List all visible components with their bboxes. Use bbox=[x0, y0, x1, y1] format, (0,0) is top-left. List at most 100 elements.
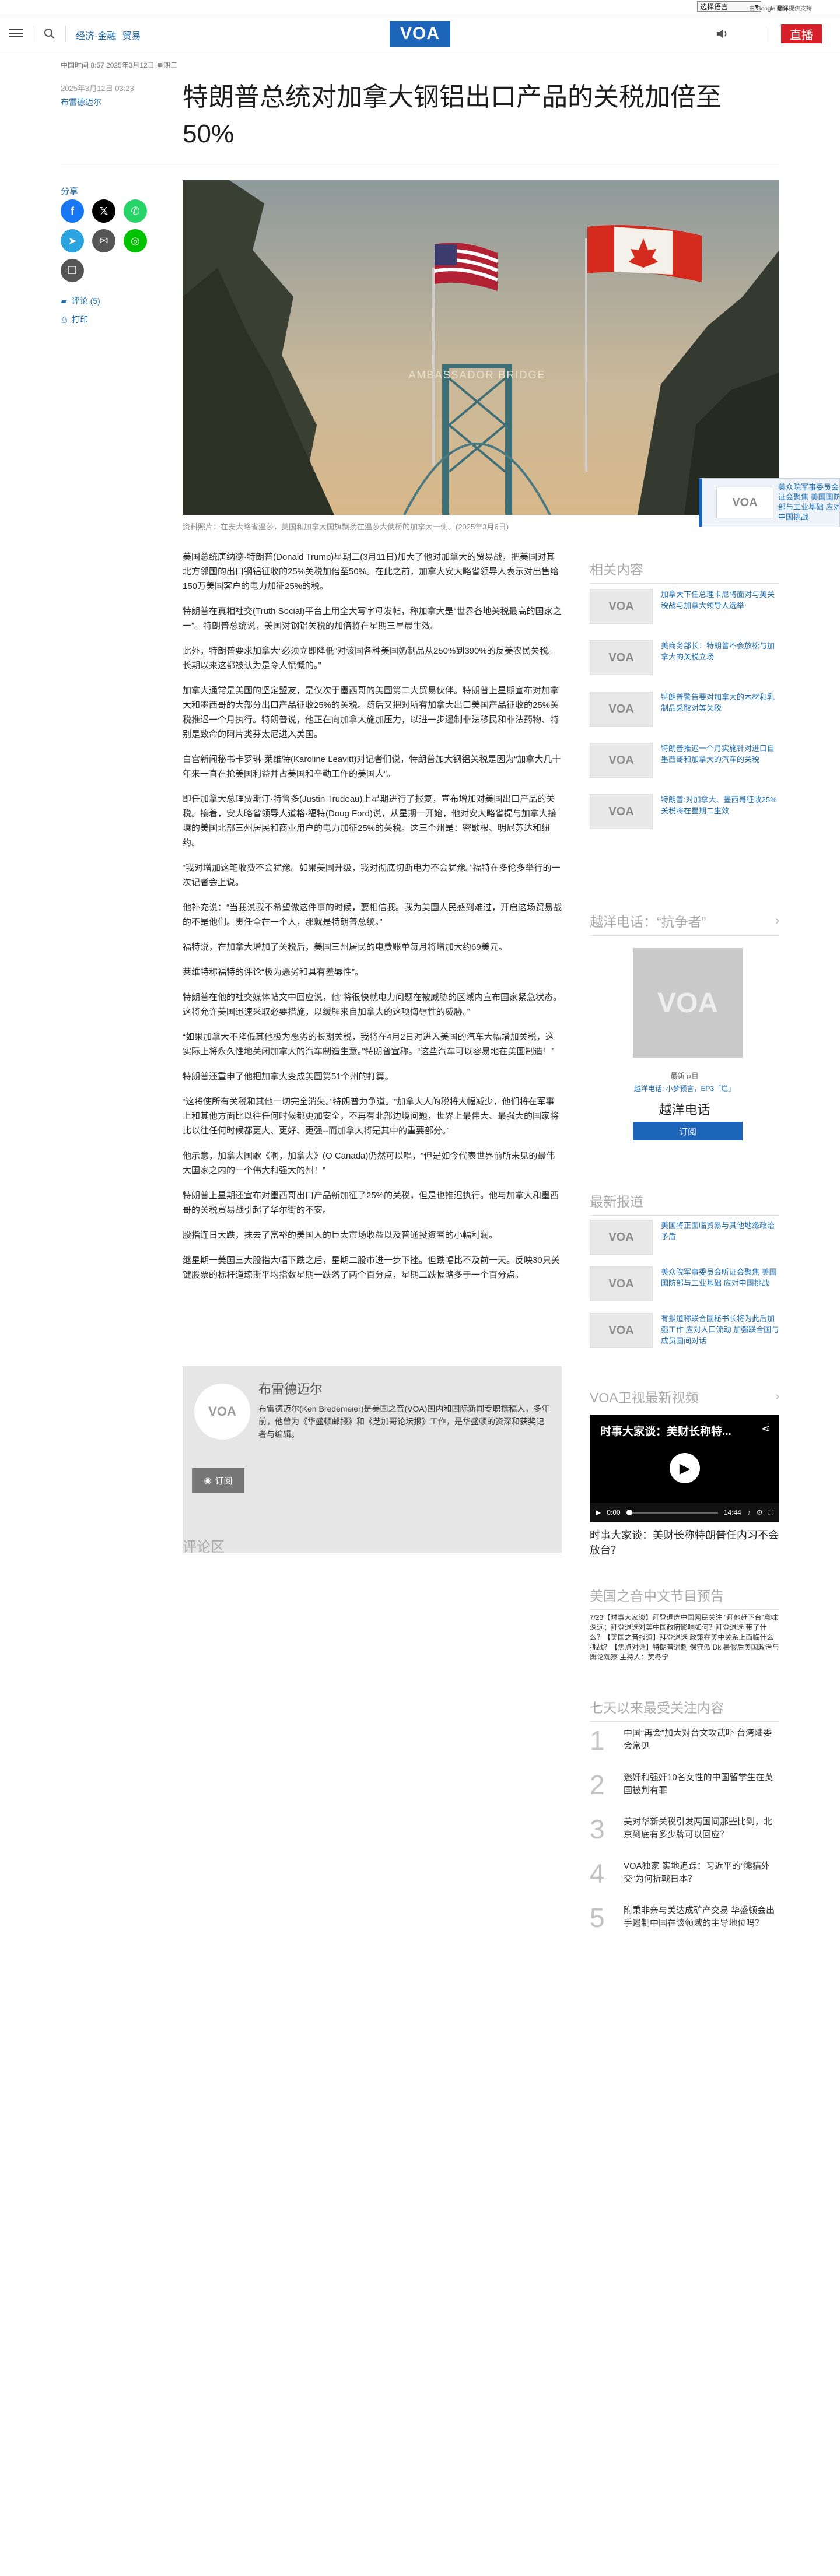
comments-heading: 评论区 bbox=[183, 1539, 225, 1555]
related-thumb: VOA bbox=[590, 692, 653, 727]
facebook-icon[interactable]: f bbox=[61, 199, 84, 223]
powered-by-google: 由 Google 翻译提供支持 bbox=[749, 3, 812, 12]
x-icon[interactable]: 𝕏 bbox=[92, 199, 116, 223]
video-title: 时事大家谈：美财长称特... bbox=[600, 1426, 732, 1438]
article-paragraph: 美国总统唐纳德·特朗普(Donald Trump)星期二(3月11日)加大了他对… bbox=[183, 552, 559, 591]
google-translate-link[interactable]: 翻译 bbox=[777, 6, 789, 12]
breaking-news-card[interactable]: VOA 美众院军事委员会听证会聚焦 美国国防部与工业基础 应对中国挑战 bbox=[699, 478, 840, 527]
popular-item-text: 美对华新关税引发两国间那些比到，北京到底有多少牌可以回应？ bbox=[624, 1817, 773, 1840]
article-paragraph: 他补充说：“当我说我不希望做这件事的时候，要相信我。我为美国人民感到难过，开启这… bbox=[183, 903, 562, 927]
podcast-episode-link[interactable]: 越洋电话: 小梦预言，EP3「烂」 bbox=[590, 1083, 779, 1093]
related-item[interactable]: VOA 特朗普推迟一个月实施针对进口自墨西哥和加拿大的汽车的关税 bbox=[590, 743, 779, 778]
video-player[interactable]: 时事大家谈：美财长称特... ⋖ ▶ ▶ 0:00 14:44 ♪ ⚙ ⛶ bbox=[590, 1415, 779, 1522]
author-link[interactable]: 布雷德迈尔 bbox=[61, 96, 102, 108]
nav-link-trade[interactable]: 贸易 bbox=[122, 28, 141, 42]
latest-thumb: VOA bbox=[590, 1313, 653, 1348]
fullscreen-icon[interactable]: ⛶ bbox=[769, 1508, 774, 1517]
share-icon[interactable]: ⋖ bbox=[761, 1423, 770, 1435]
tv-heading[interactable]: VOA卫视最新视频 bbox=[590, 1387, 699, 1406]
gear-icon[interactable]: ⚙ bbox=[757, 1508, 763, 1517]
latest-item[interactable]: VOA 有报道称联合国秘书长将为此后加强工作 应对人口流动 加强联合国与成员国间对… bbox=[590, 1313, 779, 1348]
print-icon: ⎙ bbox=[61, 314, 68, 324]
video-scrubber[interactable] bbox=[626, 1509, 718, 1515]
article-paragraph: 此外，特朗普要求加拿大“必须立即降低”对该国各种美国奶制品从250%到390%的… bbox=[183, 646, 557, 671]
popular-rank: 4 bbox=[590, 1858, 605, 1889]
related-item[interactable]: VOA 特朗普:对加拿大、墨西哥征收25%关税将在星期二生效 bbox=[590, 794, 779, 829]
related-item[interactable]: VOA 美商务部长：特朗普不会放松与加拿大的关税立场 bbox=[590, 640, 779, 675]
article-paragraph: “如果加拿大不降低其他极为恶劣的长期关税，我将在4月2日对进入美国的汽车大幅增加… bbox=[183, 1032, 555, 1057]
live-button[interactable]: 直播 bbox=[781, 24, 822, 43]
hero-image: AMBASSADOR BRIDGE bbox=[183, 180, 779, 515]
podcast-subscribe-button[interactable]: 订阅 bbox=[633, 1122, 743, 1140]
related-item[interactable]: VOA 加拿大下任总理卡尼将面对与美关税战与加拿大领导人选举 bbox=[590, 589, 779, 624]
popular-rank: 1 bbox=[590, 1725, 605, 1756]
related-item[interactable]: VOA 特朗普警告要对加拿大的木材和乳制品采取对等关税 bbox=[590, 692, 779, 727]
podcast-cover[interactable]: VOA bbox=[633, 948, 743, 1058]
popular-rank: 5 bbox=[590, 1903, 605, 1933]
video-caption[interactable]: 时事大家谈：美财长称特朗普任内习不会放台？ bbox=[590, 1528, 779, 1558]
search-icon[interactable] bbox=[44, 28, 55, 40]
related-item-text: 特朗普:对加拿大、墨西哥征收25%关税将在星期二生效 bbox=[661, 795, 777, 815]
site-header: 经济·金融 贸易 VOA 直播 bbox=[0, 15, 840, 52]
popular-item[interactable]: 4 VOA独家 实地追踪：习近平的“熊猫外交”为何折戟日本？ bbox=[590, 1859, 779, 1888]
related-item-text: 美商务部长：特朗普不会放松与加拿大的关税立场 bbox=[661, 641, 775, 661]
article-paragraph: 股指连日大跌，抹去了富裕的美国人的巨大市场收益以及普通投资者的小幅利润。 bbox=[183, 1230, 498, 1240]
popular-rank: 3 bbox=[590, 1814, 605, 1844]
latest-item-text: 美国将正面临贸易与其他地缘政治矛盾 bbox=[661, 1221, 775, 1241]
article-paragraph: 莱维特称福特的评论“极为恶劣和具有羞辱性”。 bbox=[183, 967, 363, 977]
article-paragraph: 特朗普在他的社交媒体帖文中回应说，他“将很快就电力问题在被威胁的区域内宣布国家紧… bbox=[183, 992, 562, 1017]
popular-item[interactable]: 1 中国“再会”加大对台文攻武吓 台湾陆委会常见 bbox=[590, 1726, 779, 1755]
telegram-icon[interactable]: ➤ bbox=[61, 229, 84, 252]
copy-icon[interactable]: ❐ bbox=[61, 259, 84, 282]
email-icon[interactable]: ✉ bbox=[92, 229, 116, 252]
breadcrumb: 经济·金融 贸易 bbox=[76, 28, 141, 42]
line-icon[interactable]: ◎ bbox=[124, 229, 147, 252]
author-subscribe-button[interactable]: ◉ 订阅 bbox=[192, 1468, 244, 1493]
latest-item[interactable]: VOA 美众院军事委员会听证会聚焦 美国国防部与工业基础 应对中国挑战 bbox=[590, 1266, 779, 1301]
related-heading-block: 相关内容 bbox=[590, 559, 779, 584]
speaker-icon[interactable] bbox=[716, 28, 730, 40]
schedule-heading: 美国之音中文节目预告 bbox=[590, 1588, 724, 1603]
volume-icon[interactable]: ♪ bbox=[747, 1508, 751, 1517]
menu-icon[interactable] bbox=[9, 27, 23, 41]
latest-item[interactable]: VOA 美国将正面临贸易与其他地缘政治矛盾 bbox=[590, 1220, 779, 1255]
chevron-right-icon[interactable]: › bbox=[775, 1390, 779, 1403]
podcast-heading[interactable]: 越洋电话：“抗争者” bbox=[590, 911, 706, 931]
comments-link[interactable]: ▰ 评论 (5) bbox=[61, 295, 100, 307]
related-thumb: VOA bbox=[590, 794, 653, 829]
podcast-block: VOA 最新节目 越洋电话: 小梦预言，EP3「烂」 越洋电话 订阅 bbox=[590, 948, 779, 1170]
article-paragraph: “我对增加这笔收费不会犹豫。如果美国升级，我对彻底切断电力不会犹豫。”福特在多伦… bbox=[183, 863, 561, 887]
related-thumb: VOA bbox=[590, 589, 653, 624]
chevron-right-icon[interactable]: › bbox=[775, 914, 779, 928]
play-icon[interactable]: ▶ bbox=[596, 1508, 601, 1517]
related-item-text: 加拿大下任总理卡尼将面对与美关税战与加拿大领导人选举 bbox=[661, 590, 775, 610]
hero-sign: AMBASSADOR BRIDGE bbox=[408, 369, 545, 381]
related-thumb: VOA bbox=[590, 640, 653, 675]
article-paragraph: 继星期一美国三大股指大幅下跌之后，星期二股市进一步下挫。但跌幅比不及前一天。反映… bbox=[183, 1255, 560, 1280]
image-caption: 资料照片：在安大略省温莎，美国和加拿大国旗飘扬在温莎大使桥的加拿大一侧。(202… bbox=[183, 522, 509, 531]
popular-item[interactable]: 5 附秉非亲与美达成矿产交易 华盛顿会出手遏制中国在该领域的主导地位吗？ bbox=[590, 1903, 779, 1932]
powered-suffix: 提供支持 bbox=[789, 6, 812, 12]
comments-link-label: 评论 (5) bbox=[71, 296, 100, 306]
translate-strip: 选择语言 ▾ 由 Google 翻译提供支持 bbox=[0, 0, 840, 15]
whatsapp-icon[interactable]: ✆ bbox=[124, 199, 147, 223]
comment-icon: ▰ bbox=[61, 296, 67, 306]
podcast-latest-label: 最新节目 bbox=[670, 1072, 699, 1080]
latest-heading-block: 最新报道 bbox=[590, 1191, 779, 1216]
language-select-label: 选择语言 bbox=[700, 2, 729, 11]
nav-link-economy[interactable]: 经济·金融 bbox=[76, 28, 116, 42]
voa-logo[interactable]: VOA bbox=[390, 21, 450, 47]
author-avatar[interactable]: VOA bbox=[194, 1384, 250, 1440]
header-divider bbox=[65, 26, 66, 42]
rss-icon: ◉ bbox=[204, 1476, 212, 1486]
print-link[interactable]: ⎙ 打印 bbox=[61, 314, 88, 325]
popular-item[interactable]: 3 美对华新关税引发两国间那些比到，北京到底有多少牌可以回应？ bbox=[590, 1815, 779, 1844]
article-paragraph: 加拿大通常是美国的坚定盟友，是仅次于墨西哥的美国第二大贸易伙伴。特朗普上星期宣布… bbox=[183, 686, 559, 739]
publish-time: 2025年3月12日 03:23 bbox=[61, 84, 134, 93]
play-icon[interactable]: ▶ bbox=[670, 1453, 700, 1483]
scrubber-handle[interactable] bbox=[626, 1509, 632, 1515]
author-name[interactable]: 布雷德迈尔 bbox=[258, 1379, 323, 1398]
popular-item[interactable]: 2 迷奸和强奸10名女性的中国留学生在英国被判有罪 bbox=[590, 1770, 779, 1799]
article-paragraph: “这将使所有关税和其他一切完全消失。”特朗普力争道。“加拿大人的税将大幅减少，他… bbox=[183, 1097, 559, 1136]
latest-item-text: 美众院军事委员会听证会聚焦 美国国防部与工业基础 应对中国挑战 bbox=[661, 1268, 777, 1287]
